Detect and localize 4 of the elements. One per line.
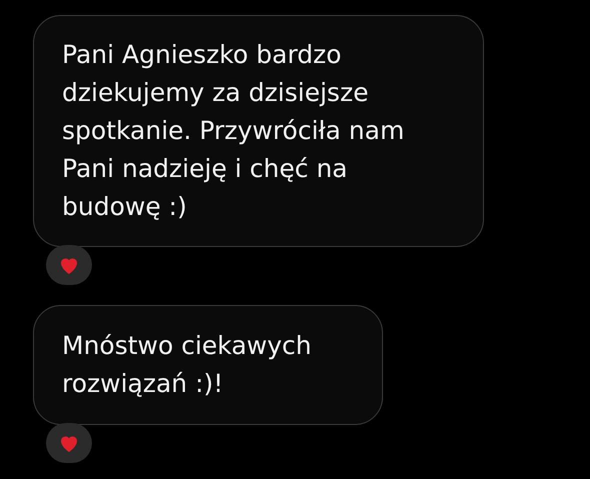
message-bubble: Pani Agnieszko bardzo dziekujemy za dzisiejsze spotkanie. Przywróciła nam Pani nadzieję i chęć na budowę :) [33,15,484,247]
heart-reaction-icon[interactable] [46,245,92,285]
message-bubble: Mnóstwo ciekawych rozwiązań :)! [33,305,383,425]
heart-reaction-icon[interactable] [46,423,92,463]
